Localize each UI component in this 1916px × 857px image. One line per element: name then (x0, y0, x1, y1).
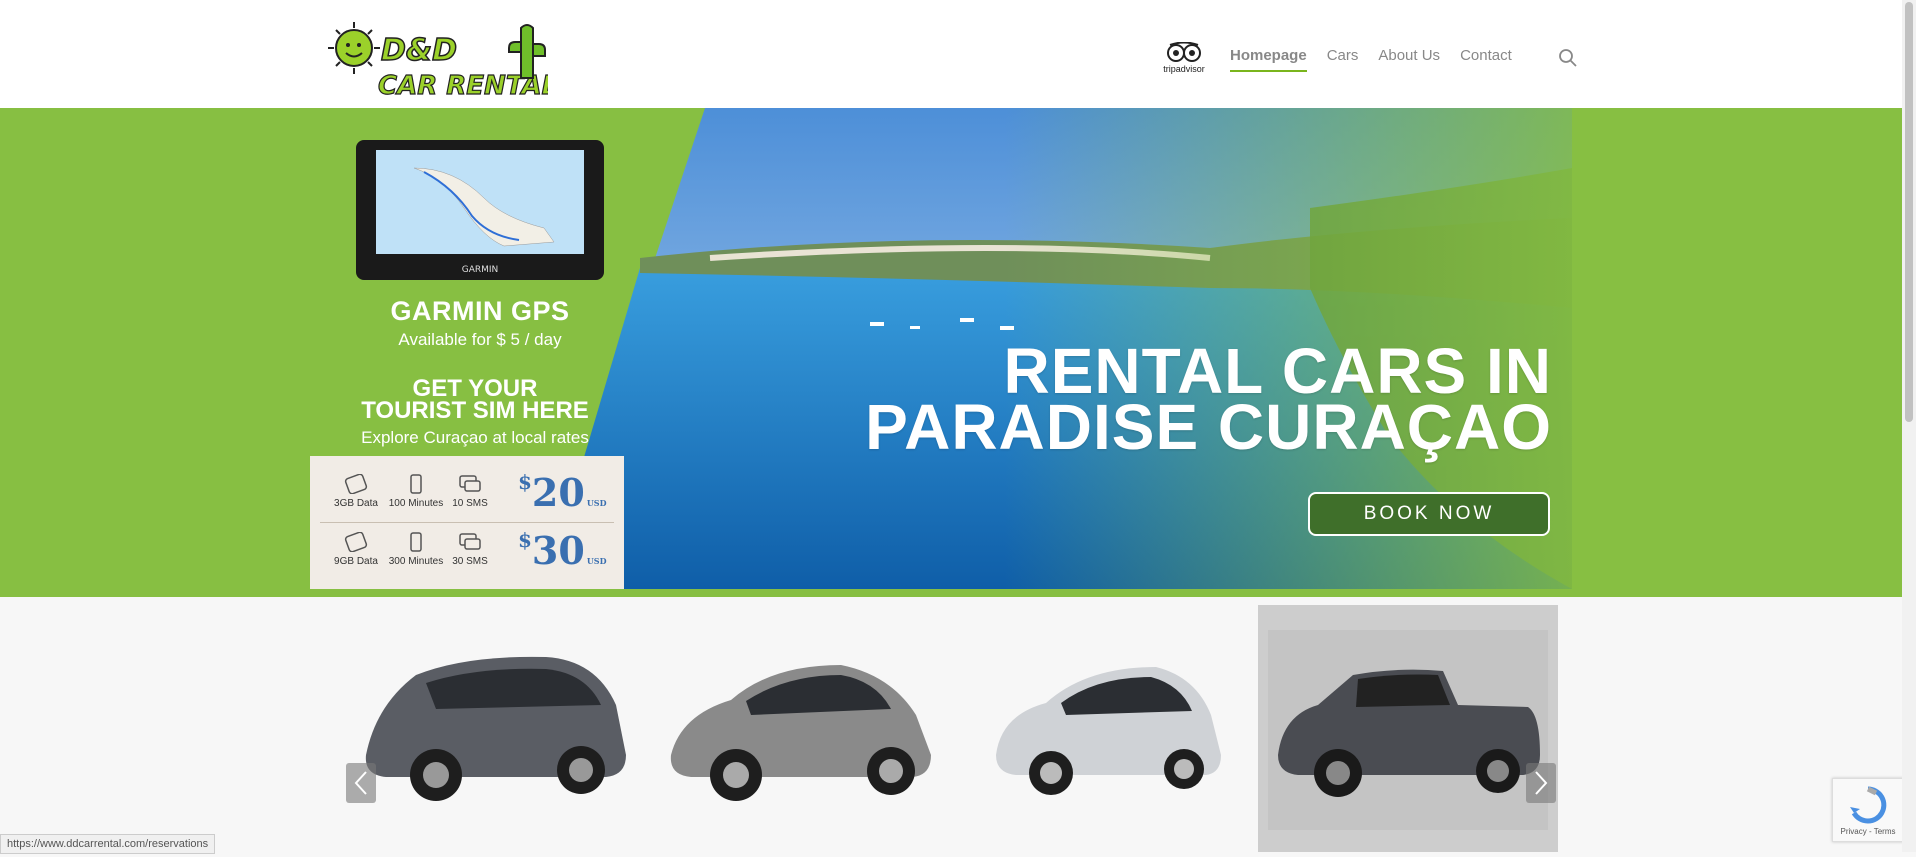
car-card-sedan[interactable] (651, 605, 951, 852)
tripadvisor-owl-icon (1167, 42, 1201, 62)
sedan-image (670, 665, 931, 801)
pickup-truck-image (1268, 630, 1548, 830)
sim-plan-row: 9GB Data 300 Minutes 30 SMS $30 USD (310, 526, 624, 586)
chevron-right-icon (1535, 771, 1548, 795)
scrollbar-thumb[interactable] (1905, 2, 1913, 422)
chat-icon (459, 533, 481, 550)
nav-contact[interactable]: Contact (1460, 47, 1512, 70)
recaptcha-icon (1850, 786, 1887, 824)
gps-title: GARMIN GPS (390, 296, 570, 326)
data-icon (344, 532, 368, 552)
hero-headline-line-2: PARADISE CURAÇAO (865, 391, 1552, 463)
search-icon[interactable] (1558, 48, 1578, 68)
hero-banner: GARMIN GARMIN GPS Available for $ 5 / da… (0, 108, 1902, 597)
nav-about-us[interactable]: About Us (1378, 47, 1440, 70)
carousel-prev-button[interactable] (346, 763, 376, 803)
carousel-next-button[interactable] (1526, 763, 1556, 803)
car-carousel (346, 605, 1566, 852)
chevron-left-icon (354, 771, 367, 795)
promo-panel: GARMIN GARMIN GPS Available for $ 5 / da… (310, 108, 710, 589)
minivan-image (365, 656, 626, 801)
status-bar-url: https://www.ddcarrental.com/reservations (0, 834, 216, 854)
svg-text:D&D: D&D (381, 33, 457, 68)
divider (320, 522, 614, 523)
sim-subtitle: Explore Curaçao at local rates (361, 428, 589, 447)
nav-homepage[interactable]: Homepage (1230, 47, 1307, 72)
plan-sms: 10 SMS (440, 474, 500, 509)
hero-headline: RENTAL CARS IN PARADISE CURAÇAO (865, 339, 1552, 463)
sim-title-line-2: TOURIST SIM HERE (361, 397, 589, 424)
sim-plans-table: 3GB Data 100 Minutes 10 SMS $20 USD 9GB … (310, 456, 624, 589)
gps-brand-label: GARMIN (462, 265, 499, 275)
chat-icon (459, 475, 481, 492)
plan-minutes: 100 Minutes (386, 474, 446, 509)
plan-minutes: 300 Minutes (386, 532, 446, 567)
brand-logo[interactable]: D&D CAR RENTAL (326, 18, 548, 100)
header: D&D CAR RENTAL tripadvisor Homepage Cars… (0, 0, 1902, 109)
phone-icon (410, 474, 422, 494)
garmin-gps-image: GARMIN (356, 140, 604, 280)
recaptcha-badge[interactable]: Privacy - Terms (1832, 778, 1904, 842)
plan-price: $20 USD (518, 470, 607, 515)
plan-price: $30 USD (518, 528, 607, 573)
plan-data: 9GB Data (326, 532, 386, 567)
page-scrollbar[interactable] (1902, 0, 1916, 852)
car-card-hatchback[interactable] (956, 605, 1256, 852)
hatchback-image (996, 667, 1221, 795)
tripadvisor-link[interactable]: tripadvisor (1160, 40, 1208, 76)
book-now-button[interactable]: BOOK NOW (1308, 492, 1550, 536)
car-card-minivan[interactable] (346, 605, 646, 852)
sim-plan-row: 3GB Data 100 Minutes 10 SMS $20 USD (310, 464, 624, 524)
car-card-pickup[interactable] (1258, 605, 1558, 852)
plan-sms: 30 SMS (440, 532, 500, 567)
recaptcha-terms[interactable]: Privacy - Terms (1833, 827, 1903, 836)
plan-data: 3GB Data (326, 474, 386, 509)
phone-icon (410, 532, 422, 552)
data-icon (344, 474, 368, 494)
tripadvisor-label: tripadvisor (1163, 64, 1205, 74)
nav-cars[interactable]: Cars (1327, 47, 1359, 70)
sim-title: GET YOUR TOURIST SIM HERE (310, 377, 640, 424)
main-nav: tripadvisor Homepage Cars About Us Conta… (1160, 40, 1578, 76)
gps-subtitle: Available for $ 5 / day (398, 330, 562, 349)
